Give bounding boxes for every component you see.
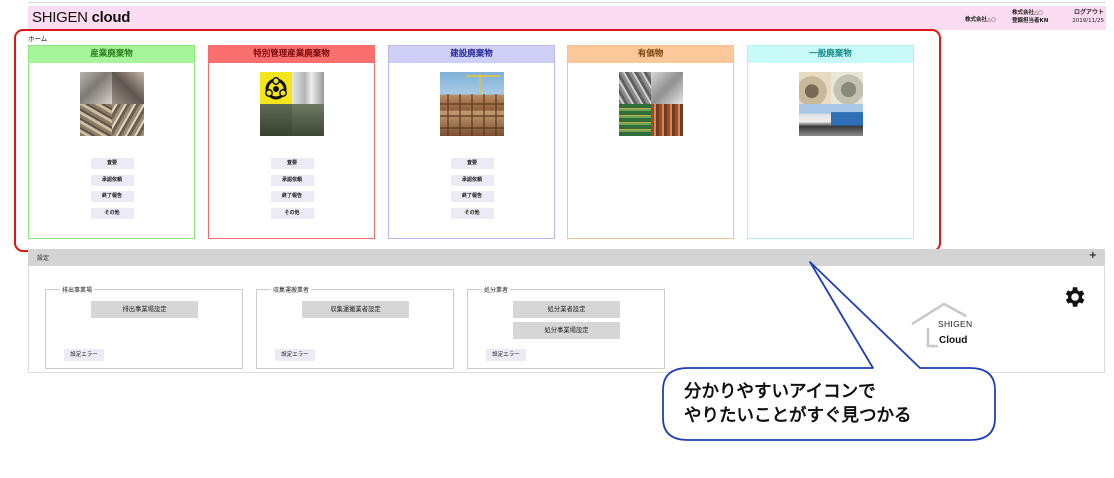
top-divider	[28, 2, 1106, 3]
user-info: 株式会社△○ 登録担当者KN	[1012, 9, 1048, 25]
page: SHIGEN cloud 株式会社△○ 株式会社△○ 登録担当者KN ログアウト…	[0, 0, 1114, 478]
company-name: 株式会社△○	[965, 17, 997, 23]
disposal-site-settings-button[interactable]: 処分事業場設定	[513, 322, 620, 339]
settings-label: 設定	[37, 255, 50, 262]
callout-line1: 分かりやすいアイコンで	[684, 382, 876, 402]
user-name: 登録担当者KN	[1012, 18, 1049, 24]
settings-group-discharge-site: 排出事業場 排出事業場設定 設定エラー	[45, 285, 243, 369]
brand-logo-line1: SHIGEN	[938, 319, 973, 329]
group-label: 排出事業場	[60, 285, 95, 294]
logo-text-cloud: cloud	[91, 9, 131, 26]
gear-icon[interactable]	[1061, 284, 1087, 310]
user-company: 株式会社△○	[1012, 10, 1044, 16]
settings-group-disposal: 処分業者 処分業者設定 処分事業場設定 設定エラー	[467, 285, 665, 369]
settings-group-transporter: 収集運搬業者 収集運搬業者設定 設定エラー	[256, 285, 454, 369]
header-right: ログアウト 2019/11/25	[1062, 9, 1104, 25]
settings-error-button[interactable]: 設定エラー	[275, 349, 315, 361]
logo-text: SHIGEN	[32, 9, 92, 26]
discharge-site-settings-button[interactable]: 排出事業場設定	[91, 301, 198, 318]
group-label: 処分業者	[482, 285, 511, 294]
settings-error-button[interactable]: 設定エラー	[486, 349, 526, 361]
brand-logo-line2: Cloud	[939, 335, 968, 346]
callout-line2: やりたいことがすぐ見つかる	[684, 406, 912, 426]
expand-icon[interactable]: +	[1089, 250, 1097, 261]
disposal-company-settings-button[interactable]: 処分業者設定	[513, 301, 620, 318]
highlight-frame	[14, 29, 941, 252]
logout-link[interactable]: ログアウト	[1062, 9, 1104, 17]
current-date: 2019/11/25	[1072, 18, 1104, 24]
transporter-settings-button[interactable]: 収集運搬業者設定	[302, 301, 409, 318]
app-logo[interactable]: SHIGEN cloud	[32, 9, 130, 26]
brand-logo: SHIGEN Cloud	[908, 300, 984, 350]
app-header: SHIGEN cloud 株式会社△○ 株式会社△○ 登録担当者KN ログアウト…	[28, 6, 1106, 30]
settings-error-button[interactable]: 設定エラー	[64, 349, 104, 361]
group-label: 収集運搬業者	[271, 285, 312, 294]
settings-header[interactable]: 設定 +	[28, 249, 1105, 266]
callout-text: 分かりやすいアイコンで やりたいことがすぐ見つかる	[684, 380, 984, 428]
